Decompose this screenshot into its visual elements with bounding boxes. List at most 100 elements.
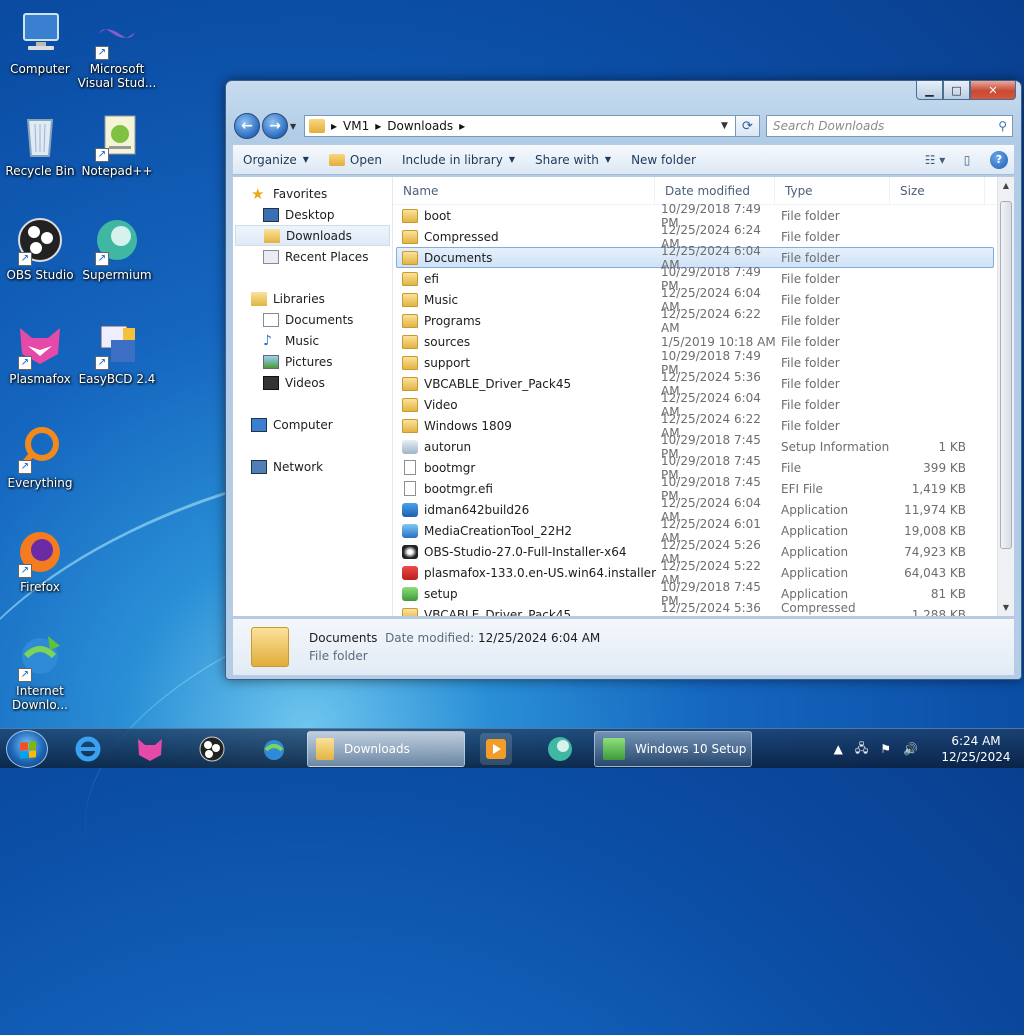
obs-taskbar-icon[interactable] — [196, 733, 228, 765]
supermium-taskbar-icon[interactable] — [544, 733, 576, 765]
forward-button[interactable]: → — [262, 113, 288, 139]
pictures-icon — [263, 354, 279, 369]
desktop-icon-easybcd[interactable]: ↗ EasyBCD 2.4 — [77, 320, 157, 386]
nav-downloads[interactable]: Downloads — [235, 225, 390, 246]
show-hidden-icons-icon[interactable]: ▲ — [834, 742, 843, 756]
file-icon — [404, 481, 416, 496]
desktop-icon-recycle-bin[interactable]: Recycle Bin — [0, 112, 80, 178]
setup-icon — [603, 738, 625, 760]
maximize-button[interactable]: □ — [943, 81, 970, 100]
nav-label: Downloads — [286, 228, 352, 243]
search-icon[interactable]: ⚲ — [998, 119, 1007, 133]
close-button[interactable]: ✕ — [970, 81, 1016, 100]
search-input[interactable]: Search Downloads ⚲ — [766, 115, 1013, 137]
file-icon — [404, 460, 416, 475]
taskbar-task-downloads[interactable]: Downloads — [307, 731, 465, 767]
view-options-icon[interactable]: ☷ ▾ — [924, 150, 946, 170]
nav-libraries[interactable]: Libraries — [233, 288, 392, 309]
address-bar[interactable]: ▸ VM1 ▸ Downloads ▸ ▼ — [304, 115, 736, 137]
nav-documents[interactable]: Documents — [233, 309, 392, 330]
shortcut-arrow-icon: ↗ — [18, 460, 32, 474]
desktop-icon-label: Recycle Bin — [5, 164, 75, 178]
nav-label: Videos — [285, 375, 325, 390]
column-header-size[interactable]: Size — [890, 177, 985, 205]
file-name-cell: support — [397, 355, 656, 370]
desktop-icon-label: Everything — [7, 476, 73, 490]
file-name-cell: OBS-Studio-27.0-Full-Installer-x64 — [397, 544, 656, 559]
file-type: Compressed (zipp... — [781, 600, 856, 617]
internet-explorer-icon[interactable] — [72, 733, 104, 765]
clock[interactable]: 6:24 AM 12/25/2024 — [938, 733, 1014, 765]
recent-pages-dropdown[interactable]: ▼ — [290, 122, 300, 131]
nav-recent-places[interactable]: Recent Places — [233, 246, 392, 267]
file-type: File folder — [781, 271, 840, 286]
desktop-icon-obs-studio[interactable]: ↗ OBS Studio — [0, 216, 80, 282]
nav-label: Pictures — [285, 354, 333, 369]
nav-music[interactable]: ♪ Music — [233, 330, 392, 351]
volume-icon[interactable]: 🔊 — [903, 742, 918, 756]
column-header-name[interactable]: Name — [393, 177, 655, 205]
folder-icon — [251, 627, 289, 667]
desktop-icon-plasmafox[interactable]: ↗ Plasmafox — [0, 320, 80, 386]
nav-favorites[interactable]: ★ Favorites — [233, 183, 392, 204]
nav-network[interactable]: Network — [233, 456, 392, 477]
minimize-button[interactable]: ▁ — [916, 81, 943, 100]
breadcrumb-downloads[interactable]: Downloads — [387, 119, 453, 133]
media-player-icon[interactable] — [480, 733, 512, 765]
help-icon[interactable]: ? — [990, 150, 1008, 169]
file-row[interactable]: VBCABLE_Driver_Pack45 12/25/2024 5:36 AM C… — [396, 600, 994, 617]
nav-videos[interactable]: Videos — [233, 372, 392, 393]
network-tray-icon[interactable]: 🖧 — [855, 739, 868, 760]
breadcrumb-arrow-icon[interactable]: ▸ — [459, 119, 465, 133]
folder-icon — [402, 292, 418, 307]
file-type: File folder — [781, 397, 840, 412]
column-header-type[interactable]: Type — [775, 177, 890, 205]
idm-taskbar-icon[interactable] — [258, 733, 290, 765]
file-type: File folder — [781, 250, 840, 265]
chevron-down-icon: ▼ — [508, 155, 515, 164]
nav-label: Recent Places — [285, 249, 369, 264]
start-button[interactable] — [6, 730, 48, 768]
desktop-icon-supermium[interactable]: ↗ Supermium — [77, 216, 157, 282]
column-header-date[interactable]: Date modified — [655, 177, 775, 205]
include-in-library-button[interactable]: Include in library ▼ — [392, 153, 525, 167]
zip-folder-icon — [402, 607, 418, 616]
plasmafox-taskbar-icon[interactable] — [134, 733, 166, 765]
media-creation-icon — [402, 523, 418, 538]
desktop-icon-computer[interactable]: Computer — [0, 10, 80, 76]
nav-desktop[interactable]: Desktop — [233, 204, 392, 225]
breadcrumb-arrow-icon[interactable]: ▸ — [375, 119, 381, 133]
details-date-label: Date modified: — [385, 631, 475, 645]
computer-icon — [16, 10, 64, 58]
nav-pictures[interactable]: Pictures — [233, 351, 392, 372]
organize-button[interactable]: Organize ▼ — [233, 153, 319, 167]
desktop-icon-everything[interactable]: ↗ Everything — [0, 424, 80, 490]
file-name-cell: Windows 1809 — [397, 418, 656, 433]
action-center-flag-icon[interactable]: ⚑ — [880, 742, 891, 756]
refresh-button[interactable]: ⟳ — [736, 115, 760, 137]
file-type: File folder — [781, 376, 840, 391]
preview-pane-icon[interactable]: ▯ — [956, 150, 978, 170]
desktop-icon-notepad-plus[interactable]: ↗ Notepad++ — [77, 112, 157, 178]
new-folder-button[interactable]: New folder — [621, 153, 706, 167]
breadcrumb-arrow-icon[interactable]: ▸ — [331, 119, 337, 133]
search-placeholder: Search Downloads — [773, 119, 885, 133]
file-type: File folder — [781, 334, 840, 349]
nav-computer[interactable]: Computer — [233, 414, 392, 435]
file-date: 12/25/2024 6:22 AM — [661, 306, 761, 335]
address-dropdown-icon[interactable]: ▼ — [721, 121, 735, 131]
scroll-up-icon[interactable]: ▲ — [998, 177, 1014, 194]
desktop-icon-internet-download-manager[interactable]: ↗ Internet Downlo... — [0, 632, 80, 712]
open-button[interactable]: Open — [319, 153, 392, 167]
share-with-button[interactable]: Share with ▼ — [525, 153, 621, 167]
desktop-icon-firefox[interactable]: ↗ Firefox — [0, 528, 80, 594]
desktop-icon-visual-studio[interactable]: ↗ Microsoft Visual Stud... — [77, 10, 157, 90]
vertical-scrollbar[interactable]: ▲ ▼ — [997, 177, 1014, 616]
scroll-down-icon[interactable]: ▼ — [998, 599, 1014, 616]
scrollbar-thumb[interactable] — [1000, 201, 1012, 549]
file-type: File folder — [781, 355, 840, 370]
breadcrumb-vm1[interactable]: VM1 — [343, 119, 369, 133]
back-button[interactable]: ← — [234, 113, 260, 139]
file-row[interactable]: Programs 12/25/2024 6:22 AM File folder — [396, 307, 994, 335]
taskbar-task-windows-10-setup[interactable]: Windows 10 Setup — [594, 731, 752, 767]
